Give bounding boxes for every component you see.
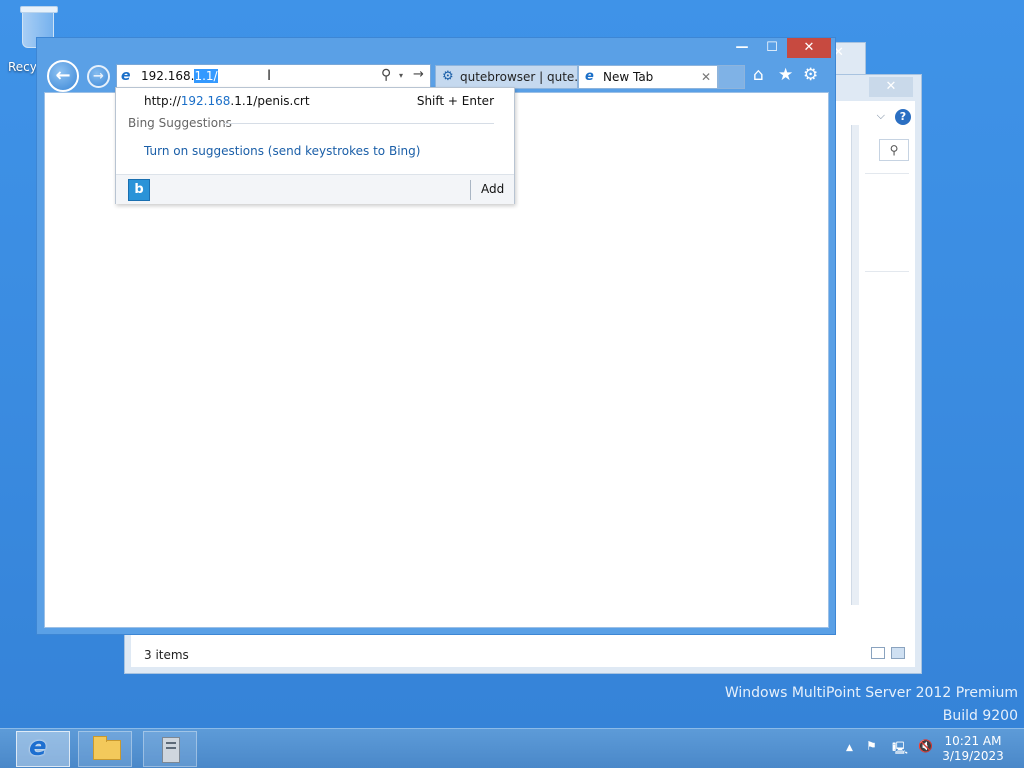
tab-new-tab[interactable]: e New Tab ✕ (578, 65, 718, 89)
turn-on-suggestions-link[interactable]: Turn on suggestions (send keystrokes to … (144, 144, 420, 158)
action-center-flag-icon[interactable]: ⚑ (866, 739, 877, 753)
text-cursor-icon: I (267, 68, 272, 84)
server-icon (162, 737, 180, 763)
go-arrow-icon[interactable]: → (413, 67, 424, 82)
folder-icon (93, 736, 121, 760)
tab-label: qutebrowser | qute... (460, 70, 578, 84)
suggestion-url: http://192.168.1.1/penis.crt (144, 94, 310, 108)
gear-icon[interactable]: ⚙ (803, 64, 818, 86)
status-item-count: 3 items (144, 648, 189, 662)
address-autocomplete-dropdown: http://192.168.1.1/penis.crt Shift + Ent… (115, 87, 515, 204)
tab-qutebrowser[interactable]: ⚙ qutebrowser | qute... (435, 65, 578, 89)
close-button[interactable]: ✕ (787, 38, 831, 58)
large-icons-view-icon[interactable] (891, 647, 905, 659)
taskbar-server-manager[interactable] (143, 731, 197, 767)
clock-date: 3/19/2023 (942, 749, 1004, 763)
taskbar: e ▲ ⚑ 🖳 🔇 10:21 AM 3/19/2023 (0, 728, 1024, 768)
explorer-search-button[interactable]: ⚲ (879, 139, 909, 161)
explorer-scrollbar[interactable] (851, 125, 859, 605)
clock-time: 10:21 AM (944, 734, 1002, 748)
maximize-button[interactable]: ☐ (757, 38, 787, 58)
forward-button[interactable]: → (87, 65, 110, 88)
search-provider-bar: b Add (116, 174, 514, 204)
help-icon[interactable]: ? (895, 109, 911, 125)
qutebrowser-icon: ⚙ (442, 69, 454, 84)
back-button[interactable]: ← (47, 60, 79, 92)
os-watermark-build: Build 9200 (942, 708, 1018, 724)
minimize-button[interactable]: — (727, 38, 757, 58)
chevron-down-icon[interactable]: ⌵ (877, 109, 885, 123)
show-hidden-icons-icon[interactable]: ▲ (846, 743, 853, 753)
desktop: Recyc ✕ ✕ ⌵ ? ⚲ 3 items — ☐ ✕ ← → e 192.… (0, 0, 1024, 728)
suggestion-url-prefix: http:// (144, 94, 181, 108)
address-input[interactable]: 192.168.1.1/ (141, 69, 218, 83)
divider (865, 271, 909, 272)
address-typed-text: 192.168. (141, 69, 195, 83)
suggestion-row[interactable]: http://192.168.1.1/penis.crt Shift + Ent… (116, 88, 514, 114)
suggestion-url-rest: .1.1/penis.crt (230, 94, 310, 108)
taskbar-internet-explorer[interactable]: e (16, 731, 70, 767)
volume-muted-icon[interactable]: 🔇 (918, 739, 933, 753)
network-icon[interactable]: 🖳 (892, 739, 908, 760)
address-selected-text: 1.1/ (194, 69, 218, 83)
search-icon[interactable]: ⚲ (381, 67, 391, 83)
favorites-star-icon[interactable]: ★ (778, 64, 793, 86)
tab-close-icon[interactable]: ✕ (701, 66, 711, 88)
chevron-down-icon[interactable]: ▾ (399, 71, 403, 80)
tab-label: New Tab (603, 70, 654, 84)
system-clock[interactable]: 10:21 AM 3/19/2023 (940, 734, 1006, 764)
ie-icon: e (585, 69, 594, 84)
suggestion-url-match: 192.168 (180, 94, 231, 108)
ie-icon: e (121, 68, 131, 84)
add-provider-button[interactable]: Add (481, 182, 504, 196)
ie-icon: e (29, 732, 47, 762)
address-bar[interactable]: e 192.168.1.1/ I ⚲ ▾ → (116, 64, 431, 88)
bing-suggestions-heading: Bing Suggestions (128, 116, 232, 130)
explorer-close-button[interactable]: ✕ (869, 77, 913, 97)
divider (224, 123, 494, 124)
suggestion-shortcut: Shift + Enter (416, 94, 494, 108)
divider (470, 180, 471, 200)
details-view-icon[interactable] (871, 647, 885, 659)
os-watermark-edition: Windows MultiPoint Server 2012 Premium (724, 685, 1018, 701)
divider (865, 173, 909, 174)
taskbar-file-explorer[interactable] (78, 731, 132, 767)
bing-icon[interactable]: b (128, 179, 150, 201)
home-icon[interactable]: ⌂ (753, 64, 764, 86)
new-tab-button[interactable] (718, 65, 745, 89)
